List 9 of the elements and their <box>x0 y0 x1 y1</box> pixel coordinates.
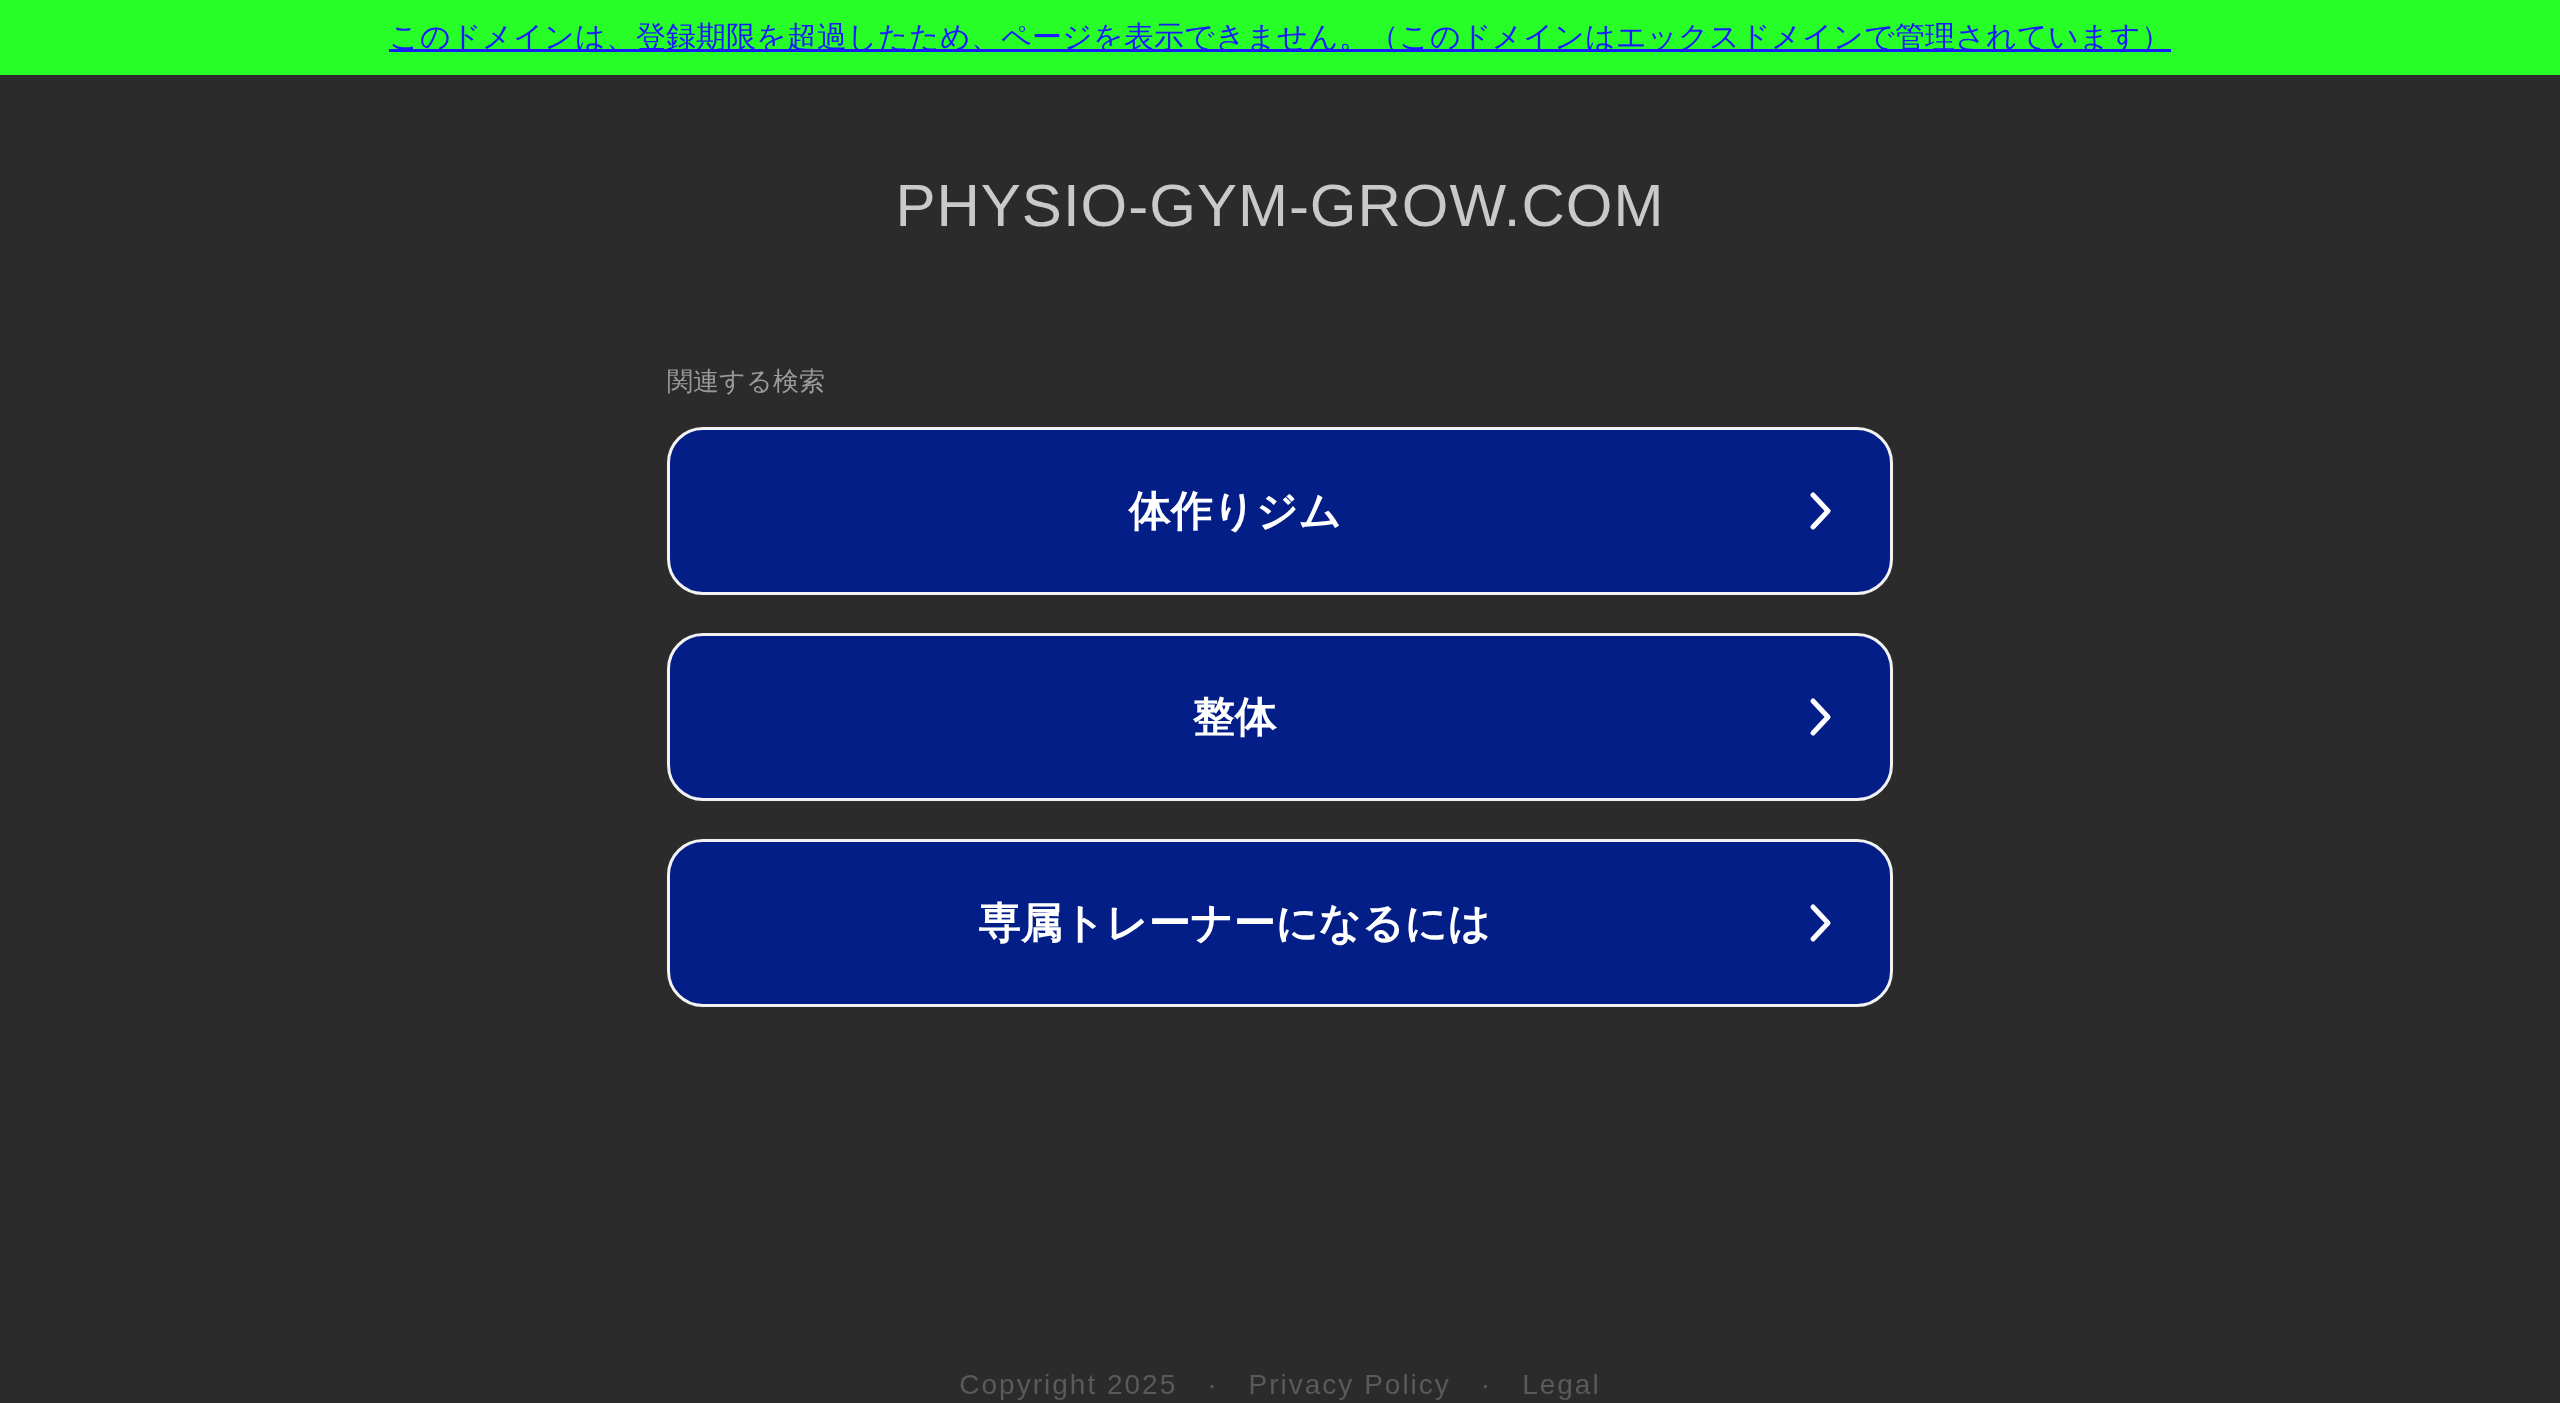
expired-domain-notice-link[interactable]: このドメインは、登録期限を超過したため、ページを表示できません。（このドメインはエックスドメインで管理されています） <box>389 17 2171 58</box>
related-search-button[interactable]: 体作りジム <box>667 427 1893 595</box>
domain-title: PHYSIO-GYM-GROW.COM <box>895 171 1665 240</box>
related-searches-heading: 関連する検索 <box>667 365 826 398</box>
footer-separator: · <box>1480 1369 1493 1401</box>
related-search-button[interactable]: 整体 <box>667 633 1893 801</box>
related-search-button[interactable]: 専属トレーナーになるには <box>667 839 1893 1007</box>
footer-separator: · <box>1207 1369 1219 1401</box>
chevron-right-icon <box>1808 491 1834 531</box>
